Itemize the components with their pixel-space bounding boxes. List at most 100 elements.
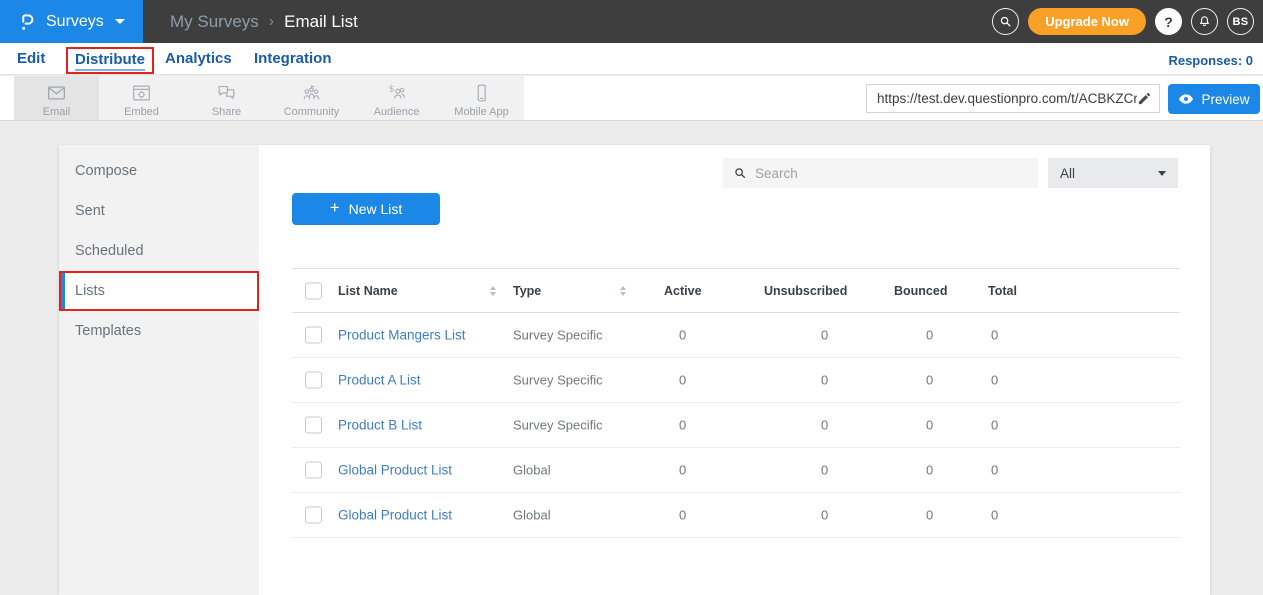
upgrade-now-button[interactable]: Upgrade Now bbox=[1028, 8, 1146, 35]
sidebar-item-scheduled[interactable]: Scheduled bbox=[59, 231, 259, 271]
channel-label: Embed bbox=[124, 106, 159, 118]
list-type: Global bbox=[513, 508, 551, 523]
eye-icon bbox=[1178, 93, 1194, 105]
search-icon bbox=[733, 166, 747, 180]
bounced-count: 0 bbox=[926, 463, 933, 478]
tab-analytics[interactable]: Analytics bbox=[165, 50, 232, 67]
list-name-link[interactable]: Product Mangers List bbox=[338, 328, 466, 343]
responses-count[interactable]: Responses: 0 bbox=[1168, 53, 1253, 68]
unsubscribed-count: 0 bbox=[821, 328, 828, 343]
community-people-icon bbox=[300, 82, 323, 104]
preview-label: Preview bbox=[1201, 92, 1249, 107]
lists-content: All + New List List Name Type Active Uns… bbox=[259, 145, 1210, 595]
table-row: Product Mangers List Survey Specific 0 0… bbox=[292, 313, 1180, 358]
list-name-link[interactable]: Product A List bbox=[338, 373, 421, 388]
filter-dropdown[interactable]: All bbox=[1048, 158, 1178, 188]
channel-email[interactable]: Email bbox=[14, 76, 99, 120]
topbar: Surveys My Surveys › Email List Upgrade … bbox=[0, 0, 1263, 43]
bell-icon bbox=[1197, 14, 1212, 29]
user-avatar[interactable]: BS bbox=[1227, 8, 1254, 35]
list-name-link[interactable]: Global Product List bbox=[338, 463, 452, 478]
row-checkbox[interactable] bbox=[305, 507, 322, 524]
questionpro-logo-icon bbox=[17, 9, 37, 35]
chevron-down-icon bbox=[1158, 171, 1166, 176]
tab-distribute-annotation-box[interactable]: Distribute bbox=[66, 47, 154, 74]
list-search[interactable] bbox=[723, 158, 1038, 188]
unsubscribed-count: 0 bbox=[821, 418, 828, 433]
table-row: Product A List Survey Specific 0 0 0 0 bbox=[292, 358, 1180, 403]
row-checkbox[interactable] bbox=[305, 417, 322, 434]
embed-code-icon bbox=[130, 82, 153, 104]
active-count: 0 bbox=[679, 418, 686, 433]
active-count: 0 bbox=[679, 463, 686, 478]
tab-distribute[interactable]: Distribute bbox=[75, 51, 145, 71]
chevron-down-icon bbox=[115, 19, 125, 24]
search-icon bbox=[998, 14, 1013, 29]
audience-dollar-icon: $ bbox=[385, 82, 408, 104]
table-row: Global Product List Global 0 0 0 0 bbox=[292, 448, 1180, 493]
row-checkbox[interactable] bbox=[305, 462, 322, 479]
email-sidebar: Compose Sent Scheduled Lists Templates bbox=[59, 145, 259, 595]
breadcrumb: My Surveys › Email List bbox=[170, 12, 358, 32]
breadcrumb-separator-icon: › bbox=[269, 13, 274, 31]
list-name-link[interactable]: Global Product List bbox=[338, 508, 452, 523]
list-type: Survey Specific bbox=[513, 373, 603, 388]
bounced-count: 0 bbox=[926, 508, 933, 523]
new-list-label: New List bbox=[349, 201, 403, 217]
unsubscribed-count: 0 bbox=[821, 508, 828, 523]
edit-pencil-icon[interactable] bbox=[1137, 91, 1152, 106]
tab-edit[interactable]: Edit bbox=[17, 50, 45, 67]
preview-button[interactable]: Preview bbox=[1168, 84, 1260, 114]
table-header-row: List Name Type Active Unsubscribed Bounc… bbox=[292, 268, 1180, 313]
channel-mobile-app[interactable]: Mobile App bbox=[439, 76, 524, 120]
topbar-actions: Upgrade Now ? BS bbox=[992, 8, 1263, 35]
sort-icon[interactable] bbox=[490, 286, 496, 296]
list-name-link[interactable]: Product B List bbox=[338, 418, 422, 433]
list-type: Survey Specific bbox=[513, 418, 603, 433]
survey-url-value: https://test.dev.questionpro.com/t/ACBKZ… bbox=[877, 91, 1137, 106]
survey-url-field[interactable]: https://test.dev.questionpro.com/t/ACBKZ… bbox=[866, 84, 1160, 113]
channel-share[interactable]: Share bbox=[184, 76, 269, 120]
page-background: Compose Sent Scheduled Lists Templates A… bbox=[0, 122, 1263, 595]
channel-audience[interactable]: $ Audience bbox=[354, 76, 439, 120]
bounced-count: 0 bbox=[926, 373, 933, 388]
page-title: Email List bbox=[284, 12, 358, 32]
row-checkbox[interactable] bbox=[305, 327, 322, 344]
plus-icon: + bbox=[330, 198, 340, 218]
bounced-count: 0 bbox=[926, 418, 933, 433]
list-type: Survey Specific bbox=[513, 328, 603, 343]
channel-label: Audience bbox=[374, 106, 420, 118]
channel-embed[interactable]: Embed bbox=[99, 76, 184, 120]
sort-icon[interactable] bbox=[620, 286, 626, 296]
col-header-unsubscribed: Unsubscribed bbox=[764, 284, 847, 298]
filter-value: All bbox=[1060, 166, 1075, 181]
help-button[interactable]: ? bbox=[1155, 8, 1182, 35]
col-header-total: Total bbox=[988, 284, 1017, 298]
breadcrumb-parent[interactable]: My Surveys bbox=[170, 12, 259, 32]
sidebar-item-templates[interactable]: Templates bbox=[59, 311, 259, 351]
product-switcher[interactable]: Surveys bbox=[0, 0, 143, 43]
search-button[interactable] bbox=[992, 8, 1019, 35]
tab-integration[interactable]: Integration bbox=[254, 50, 332, 67]
row-checkbox[interactable] bbox=[305, 372, 322, 389]
bounced-count: 0 bbox=[926, 328, 933, 343]
sidebar-item-compose[interactable]: Compose bbox=[59, 151, 259, 191]
channel-label: Share bbox=[212, 106, 241, 118]
total-count: 0 bbox=[991, 508, 998, 523]
sidebar-item-sent[interactable]: Sent bbox=[59, 191, 259, 231]
select-all-checkbox[interactable] bbox=[305, 282, 322, 299]
total-count: 0 bbox=[991, 418, 998, 433]
channel-label: Community bbox=[284, 106, 340, 118]
col-header-type[interactable]: Type bbox=[513, 284, 541, 298]
unsubscribed-count: 0 bbox=[821, 373, 828, 388]
sidebar-item-lists[interactable]: Lists bbox=[59, 271, 259, 311]
new-list-button[interactable]: + New List bbox=[292, 193, 440, 225]
distribute-toolbar: Email Embed Share Community $ Audience bbox=[0, 76, 1263, 121]
channel-community[interactable]: Community bbox=[269, 76, 354, 120]
total-count: 0 bbox=[991, 463, 998, 478]
unsubscribed-count: 0 bbox=[821, 463, 828, 478]
notifications-button[interactable] bbox=[1191, 8, 1218, 35]
active-count: 0 bbox=[679, 328, 686, 343]
search-input[interactable] bbox=[755, 166, 1015, 181]
col-header-list-name[interactable]: List Name bbox=[338, 284, 398, 298]
